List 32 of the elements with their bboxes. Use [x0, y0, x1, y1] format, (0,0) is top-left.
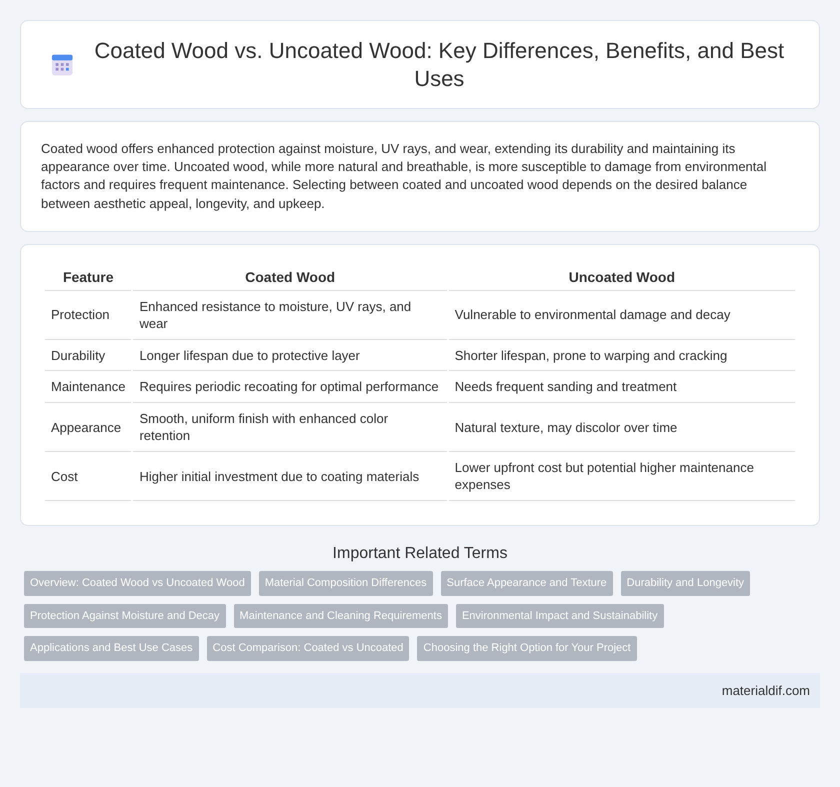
- term-tag[interactable]: Overview: Coated Wood vs Uncoated Wood: [24, 571, 251, 596]
- column-header: Feature: [45, 262, 132, 291]
- term-tag[interactable]: Maintenance and Cleaning Requirements: [234, 604, 448, 628]
- summary-paragraph: Coated wood offers enhanced protection against moisture, UV rays, and wear, extending its durability and maintaining its appearance over time. Uncoated wood, while more natural and breathable, is more susceptible to damage from environmental factors and requires frequent maintenance. Selecting between coated and uncoated wood depends on the desired balance between aesthetic appeal, longevity, and upkeep.: [41, 140, 768, 213]
- table-cell: Shorter lifespan, prone to warping and cracking: [448, 342, 795, 372]
- table-cell: Natural texture, may discolor over time: [448, 405, 795, 452]
- term-tag[interactable]: Choosing the Right Option for Your Project: [417, 636, 637, 661]
- table-cell: Needs frequent sanding and treatment: [448, 373, 795, 404]
- table-cell: Smooth, uniform finish with enhanced color retention: [133, 405, 447, 452]
- column-header: Coated Wood: [133, 262, 447, 291]
- table-cell: Enhanced resistance to moisture, UV rays, and wear: [133, 292, 447, 340]
- table-cell: Longer lifespan due to protective layer: [133, 342, 447, 372]
- column-header: Uncoated Wood: [448, 262, 795, 291]
- term-tag[interactable]: Durability and Longevity: [620, 571, 750, 596]
- term-tag[interactable]: Surface Appearance and Texture: [440, 571, 613, 596]
- term-tag[interactable]: Protection Against Moisture and Decay: [24, 604, 226, 628]
- site-name: materialdif.com: [722, 682, 810, 698]
- term-tag[interactable]: Cost Comparison: Coated vs Uncoated: [206, 636, 410, 661]
- term-tag[interactable]: Material Composition Differences: [258, 571, 433, 596]
- table-cell: Durability: [45, 342, 132, 372]
- table-cell: Requires periodic recoating for optimal performance: [133, 373, 447, 404]
- table-cell: Cost: [45, 454, 132, 501]
- term-tag[interactable]: Applications and Best Use Cases: [24, 636, 199, 661]
- table-cell: Protection: [45, 292, 132, 340]
- page-title: Coated Wood vs. Uncoated Wood: Key Differences, Benefits, and Best Uses: [93, 37, 786, 92]
- table-cell: Lower upfront cost but potential higher maintenance expenses: [448, 454, 795, 501]
- table-cell: Maintenance: [45, 373, 132, 404]
- term-tag[interactable]: Environmental Impact and Sustainability: [456, 604, 664, 628]
- section-heading: Important Related Terms: [332, 544, 508, 564]
- table-cell: Higher initial investment due to coating materials: [133, 454, 447, 501]
- table-cell: Vulnerable to environmental damage and decay: [448, 292, 795, 340]
- table-cell: Appearance: [45, 405, 132, 452]
